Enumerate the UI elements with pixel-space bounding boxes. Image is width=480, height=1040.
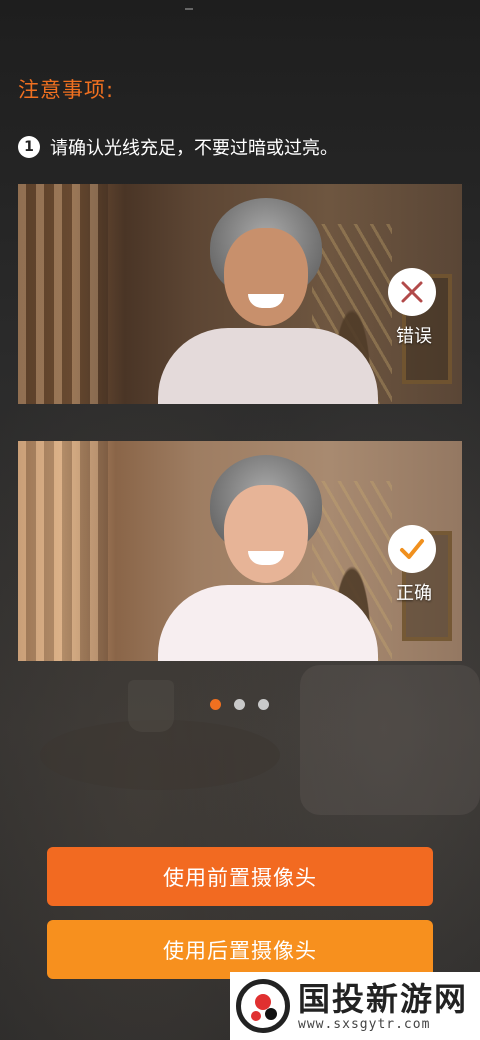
example-label-wrong: 错误 (396, 326, 432, 347)
use-front-camera-button[interactable]: 使用前置摄像头 (47, 847, 433, 906)
background-cup (128, 680, 174, 732)
curtain (18, 441, 108, 661)
pager-dot-2[interactable] (234, 699, 245, 710)
site-watermark: 国投新游网 www.sxsgytr.com (230, 972, 480, 1040)
pager-dot-3[interactable] (258, 699, 269, 710)
status-bar-indicator (185, 8, 193, 10)
watermark-title: 国投新游网 (298, 979, 469, 1018)
pager-dots (210, 699, 269, 710)
tip-item: 1 请确认光线充足，不要过暗或过亮。 (18, 134, 338, 160)
tip-number-badge: 1 (18, 136, 40, 158)
curtain (18, 184, 108, 404)
example-photo-right: 正确 (18, 441, 462, 661)
site-logo-icon (236, 979, 290, 1033)
portrait-person (158, 198, 378, 404)
example-photo-wrong: 错误 (18, 184, 462, 404)
portrait-person (158, 455, 378, 661)
check-icon (388, 525, 436, 573)
cross-icon (388, 268, 436, 316)
background-sofa (300, 665, 480, 815)
pager-dot-1[interactable] (210, 699, 221, 710)
use-rear-camera-button[interactable]: 使用后置摄像头 (47, 920, 433, 979)
tip-text: 请确认光线充足，不要过暗或过亮。 (50, 138, 338, 159)
watermark-url: www.sxsgytr.com (298, 1016, 431, 1032)
notice-title: 注意事项: (18, 78, 115, 102)
example-label-right: 正确 (396, 583, 432, 604)
